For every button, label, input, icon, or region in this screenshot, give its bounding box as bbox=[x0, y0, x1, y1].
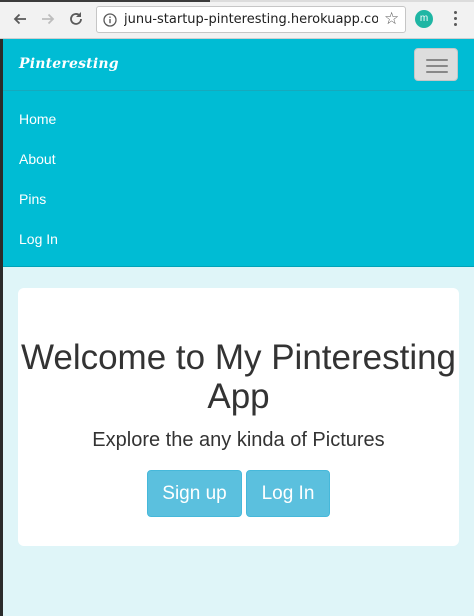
back-arrow-icon[interactable] bbox=[10, 9, 30, 29]
reload-icon[interactable] bbox=[66, 9, 86, 29]
nav-link-pins[interactable]: Pins bbox=[3, 179, 474, 219]
star-icon[interactable]: ☆ bbox=[384, 10, 402, 28]
nav-link-login[interactable]: Log In bbox=[3, 219, 474, 259]
forward-arrow-icon[interactable] bbox=[38, 9, 58, 29]
nav-link-home[interactable]: Home bbox=[3, 99, 474, 139]
address-bar[interactable]: junu-startup-pinteresting.herokuapp.com … bbox=[96, 6, 406, 33]
browser-toolbar: junu-startup-pinteresting.herokuapp.com … bbox=[0, 0, 474, 39]
hamburger-menu-button[interactable] bbox=[414, 48, 458, 81]
tab-strip-edge bbox=[0, 0, 474, 2]
url-text[interactable]: junu-startup-pinteresting.herokuapp.com bbox=[124, 12, 378, 28]
kebab-menu-icon[interactable] bbox=[449, 10, 461, 28]
nav-link-about[interactable]: About bbox=[3, 139, 474, 179]
nav-menu: Home About Pins Log In bbox=[3, 99, 474, 259]
navbar-divider bbox=[3, 90, 474, 91]
page-subtitle: Explore the any kinda of Pictures bbox=[92, 429, 385, 451]
jumbotron: Welcome to My Pinteresting App Explore t… bbox=[18, 288, 459, 546]
sign-up-button[interactable]: Sign up bbox=[147, 470, 242, 517]
extension-icon[interactable]: m bbox=[415, 10, 433, 28]
page-title: Welcome to My Pinteresting App bbox=[20, 338, 457, 416]
hamburger-icon bbox=[426, 59, 448, 61]
navbar: Pinteresting Home About Pins Log In bbox=[3, 39, 474, 267]
brand-logo[interactable]: Pinteresting bbox=[19, 56, 119, 72]
info-icon[interactable] bbox=[103, 13, 117, 27]
log-in-button[interactable]: Log In bbox=[246, 470, 330, 517]
